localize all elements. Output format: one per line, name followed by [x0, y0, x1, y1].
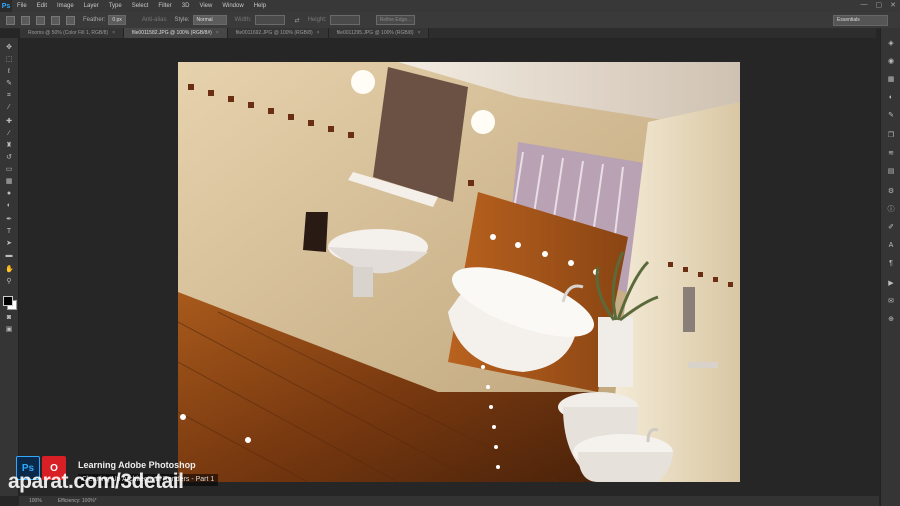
paragraph-icon[interactable]: ¶ — [887, 260, 895, 268]
screen-mode-icon[interactable]: ▣ — [5, 326, 13, 334]
clone-source-icon[interactable]: ⊕ — [887, 316, 895, 324]
brush-preset-icon[interactable]: ✐ — [887, 224, 895, 232]
close-icon[interactable]: × — [216, 30, 219, 36]
paths-icon[interactable]: ▤ — [887, 168, 895, 176]
refine-edge-button[interactable]: Refine Edge... — [375, 15, 416, 25]
document-canvas[interactable] — [178, 62, 740, 482]
marquee-icon[interactable]: ⬚ — [5, 56, 13, 64]
minimize-button[interactable]: — — [861, 1, 868, 9]
canvas-area — [19, 38, 879, 496]
document-tab-bar: Rooms @ 50% (Color Fill 1, RGB/8) × file0… — [20, 28, 876, 38]
menu-filter[interactable]: Filter — [153, 3, 176, 9]
eraser-icon[interactable]: ▭ — [5, 166, 13, 174]
info-icon[interactable]: ⓘ — [887, 206, 895, 214]
color-icon[interactable]: ◉ — [887, 58, 895, 66]
character-icon[interactable]: A — [887, 242, 895, 250]
channels-icon[interactable]: ≋ — [887, 150, 895, 158]
styles-icon[interactable]: ✎ — [887, 112, 895, 120]
lasso-icon[interactable]: ℓ — [5, 68, 13, 76]
history-icon[interactable]: ◈ — [887, 40, 895, 48]
history-brush-icon[interactable]: ↺ — [5, 154, 13, 162]
doc-tab-label: Rooms @ 50% (Color Fill 1, RGB/8) — [28, 30, 109, 36]
course-title: Learning Adobe Photoshop — [78, 460, 196, 470]
close-button[interactable]: ✕ — [890, 1, 896, 9]
doc-tab-file0011692[interactable]: file0011692.JPG @ 100% (RGB/8) × — [227, 28, 329, 38]
menu-3d[interactable]: 3D — [177, 3, 195, 9]
status-bar: 100% Efficiency: 100%* — [19, 496, 879, 506]
width-label: Width: — [234, 17, 252, 23]
healing-icon[interactable]: ✚ — [5, 118, 13, 126]
doc-tab-label: file0011692.JPG @ 100% (RGB/8) — [235, 30, 313, 36]
doc-tab-rooms[interactable]: Rooms @ 50% (Color Fill 1, RGB/8) × — [20, 28, 125, 38]
stamp-icon[interactable]: ♜ — [5, 142, 13, 150]
menu-file[interactable]: File — [12, 3, 32, 9]
zoom-icon[interactable]: ⚲ — [5, 278, 13, 286]
window-controls: — ▢ ✕ — [861, 1, 897, 9]
menu-view[interactable]: View — [194, 3, 217, 9]
tool-preset-icon[interactable] — [6, 15, 15, 25]
adjustments-icon[interactable]: ◐ — [887, 94, 895, 102]
menu-image[interactable]: Image — [52, 3, 79, 9]
eyedropper-icon[interactable]: ⁄ — [5, 104, 13, 112]
gradient-icon[interactable]: ▦ — [5, 178, 13, 186]
dodge-icon[interactable]: ◐ — [5, 202, 13, 210]
doc-tab-file0011582[interactable]: file0011582.JPG @ 100% (RGB/8#) × — [124, 28, 228, 38]
bathroom-render-image — [178, 62, 740, 482]
pen-icon[interactable]: ✒ — [5, 216, 13, 224]
style-label: Style: — [174, 17, 190, 23]
quick-select-icon[interactable]: ✎ — [5, 80, 13, 88]
subtract-selection-icon[interactable] — [51, 15, 60, 25]
options-bar: Feather: 0 px Anti-alias Style: Normal W… — [0, 12, 900, 29]
menu-window[interactable]: Window — [217, 3, 248, 9]
shape-icon[interactable]: ▬ — [5, 252, 13, 260]
doc-tab-label: file0011295.JPG @ 100% (RGB/8) — [336, 30, 414, 36]
foreground-color-swatch[interactable] — [3, 296, 13, 306]
properties-icon[interactable]: ⚙ — [887, 188, 895, 196]
close-icon[interactable]: × — [317, 30, 320, 36]
height-input[interactable] — [329, 15, 360, 25]
doc-tab-label: file0011582.JPG @ 100% (RGB/8#) — [132, 30, 212, 36]
menu-edit[interactable]: Edit — [32, 3, 52, 9]
maximize-button[interactable]: ▢ — [876, 1, 883, 9]
menu-select[interactable]: Select — [127, 3, 154, 9]
zoom-level[interactable]: 100% — [29, 498, 42, 504]
move-icon[interactable]: ✥ — [5, 44, 13, 52]
brush-icon[interactable]: ∕ — [5, 130, 13, 138]
swap-icon[interactable]: ⇄ — [295, 17, 300, 24]
add-selection-icon[interactable] — [36, 15, 45, 25]
type-icon[interactable]: T — [5, 228, 13, 236]
height-label: Height: — [307, 17, 327, 23]
quick-mask-icon[interactable]: ◙ — [5, 314, 13, 322]
new-selection-icon[interactable] — [21, 15, 30, 25]
feather-label: Feather: — [83, 17, 106, 23]
actions-icon[interactable]: ▶ — [887, 280, 895, 288]
style-select[interactable]: Normal — [192, 15, 227, 25]
efficiency-readout: Efficiency: 100%* — [57, 498, 97, 504]
doc-tab-file0011295[interactable]: file0011295.JPG @ 100% (RGB/8) × — [328, 28, 430, 38]
path-select-icon[interactable]: ➤ — [5, 240, 13, 248]
menu-type[interactable]: Type — [104, 3, 127, 9]
width-input[interactable] — [254, 15, 285, 25]
panel-dock: ◈ ◉ ▦ ◐ ✎ ❐ ≋ ▤ ⚙ ⓘ ✐ A ¶ ▶ ✉ ⊕ — [880, 28, 900, 506]
layers-icon[interactable]: ❐ — [887, 132, 895, 140]
notes-icon[interactable]: ✉ — [887, 298, 895, 306]
watermark-text: aparat.com/3detail — [8, 470, 184, 493]
swatches-icon[interactable]: ▦ — [887, 76, 895, 84]
tools-panel: ✥ ⬚ ℓ ✎ ⌗ ⁄ ✚ ∕ ♜ ↺ ▭ ▦ ● ◐ ✒ T ➤ ▬ ✋ ⚲ … — [0, 38, 19, 496]
menu-layer[interactable]: Layer — [79, 3, 104, 9]
workspace-select[interactable]: Essentials — [833, 15, 888, 26]
menu-bar: Ps File Edit Image Layer Type Select Fil… — [0, 0, 900, 12]
close-icon[interactable]: × — [112, 30, 115, 36]
crop-icon[interactable]: ⌗ — [5, 92, 13, 100]
blur-icon[interactable]: ● — [5, 190, 13, 198]
intersect-selection-icon[interactable] — [66, 15, 75, 25]
feather-input[interactable]: 0 px — [108, 15, 126, 25]
close-icon[interactable]: × — [418, 30, 421, 36]
menu-help[interactable]: Help — [249, 3, 271, 9]
hand-icon[interactable]: ✋ — [5, 266, 14, 274]
photoshop-logo: Ps — [0, 0, 12, 12]
antialias-checkbox[interactable]: Anti-alias — [142, 17, 167, 23]
